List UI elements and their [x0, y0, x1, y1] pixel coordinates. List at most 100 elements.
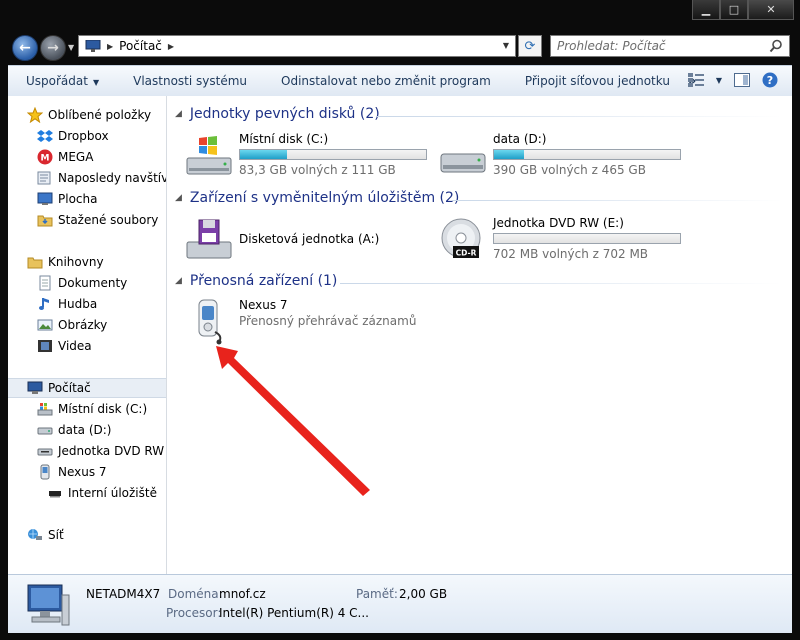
nav-dropbox[interactable]: Dropbox [37, 126, 166, 146]
recent-places-icon [37, 170, 53, 186]
device-nexus-7[interactable]: Nexus 7 Přenosný přehrávač záznamů [185, 298, 435, 345]
nav-videos[interactable]: Videa [37, 336, 166, 356]
drive-c[interactable]: Místní disk (C:) 83,3 GB volných z 111 G… [185, 132, 435, 178]
nav-dvd-drive[interactable]: Jednotka DVD RW (E [37, 441, 166, 461]
nav-desktop[interactable]: Plocha [37, 189, 166, 209]
nav-label: Obrázky [58, 318, 108, 332]
map-network-drive-button[interactable]: Připojit síťovou jednotku [507, 74, 686, 88]
collapse-icon[interactable]: ◢ [175, 276, 182, 286]
documents-icon [37, 275, 53, 291]
network-icon [27, 527, 43, 543]
memory-value: 2,00 GB [399, 587, 448, 601]
group-title: Zařízení s vyměnitelným úložištěm (2) [189, 190, 460, 206]
nav-data-disk[interactable]: data (D:) [37, 420, 166, 440]
device-type: Přenosný přehrávač záznamů [239, 314, 417, 328]
nav-pictures[interactable]: Obrázky [37, 315, 166, 335]
drive-d[interactable]: data (D:) 390 GB volných z 465 GB [439, 132, 689, 178]
star-icon [27, 107, 43, 123]
nav-label: Počítač [48, 381, 91, 395]
nav-recent-places[interactable]: Naposledy navštíver [37, 168, 166, 188]
uninstall-program-button[interactable]: Odinstalovat nebo změnit program [263, 74, 507, 88]
nav-label: Dropbox [58, 129, 109, 143]
nav-documents[interactable]: Dokumenty [37, 273, 166, 293]
chevron-down-icon: ▼ [92, 78, 100, 87]
recent-pages-dropdown[interactable]: ▼ [68, 43, 74, 52]
drive-usage-bar [239, 149, 427, 160]
group-hard-drives[interactable]: ◢ Jednotky pevných disků (2) [175, 106, 380, 122]
mega-icon: M [37, 149, 53, 165]
system-properties-button[interactable]: Vlastnosti systému [115, 74, 263, 88]
group-removable-storage[interactable]: ◢ Zařízení s vyměnitelným úložištěm (2) [175, 190, 459, 206]
details-pane: NETADM4X7 Doména: mnof.cz Paměť: 2,00 GB… [8, 574, 792, 633]
collapse-icon[interactable]: ◢ [175, 193, 182, 203]
breadcrumb-computer[interactable]: Počítač [119, 39, 162, 53]
libraries-icon [27, 254, 43, 270]
nav-label: Nexus 7 [58, 465, 107, 479]
change-view-icon[interactable] [687, 73, 704, 87]
close-button[interactable]: ✕ [748, 0, 794, 20]
downloads-folder-icon [37, 212, 53, 228]
drive-name: Disketová jednotka (A:) [239, 232, 380, 246]
nav-label: Místní disk (C:) [58, 402, 148, 416]
forward-button[interactable]: → [40, 35, 66, 61]
maximize-button[interactable]: □ [720, 0, 748, 20]
film-icon [37, 338, 53, 354]
breadcrumb-separator-icon: ▶ [107, 41, 114, 51]
svg-text:M: M [41, 154, 50, 164]
preview-pane-icon[interactable] [734, 73, 750, 87]
windows-drive-icon [186, 136, 232, 175]
nav-libraries[interactable]: Knihovny [27, 252, 166, 272]
computer-icon [27, 584, 70, 626]
nav-local-disk[interactable]: Místní disk (C:) [37, 399, 166, 419]
content-pane: ◢ Jednotky pevných disků (2) Místní disk… [167, 96, 792, 574]
client-area: Oblíbené položky Dropbox M MEGA Naposled… [8, 96, 792, 574]
group-divider [452, 200, 782, 201]
group-portable-devices[interactable]: ◢ Přenosná zařízení (1) [175, 273, 337, 289]
nav-internal-storage[interactable]: Interní úložiště [47, 483, 166, 503]
nav-mega[interactable]: M MEGA [37, 147, 166, 167]
nav-computer[interactable]: Počítač [8, 378, 166, 398]
address-bar[interactable]: ▶ Počítač ▶ ▼ [78, 35, 516, 57]
nav-label: Stažené soubory [58, 213, 159, 227]
desktop-icon [37, 191, 53, 207]
nav-favorites[interactable]: Oblíbené položky [27, 105, 166, 125]
computer-name: NETADM4X7 [86, 587, 161, 601]
address-dropdown-icon[interactable]: ▼ [503, 41, 509, 50]
help-icon[interactable]: ? [762, 72, 778, 88]
hard-drive-icon [440, 153, 486, 173]
computer-icon [85, 40, 101, 52]
nav-label: MEGA [58, 150, 94, 164]
nav-label: Jednotka DVD RW (E [58, 444, 166, 458]
drive-usage-bar [493, 149, 681, 160]
search-icon[interactable] [769, 39, 783, 53]
nav-label: Hudba [58, 297, 98, 311]
command-bar: Uspořádat ▼ Vlastnosti systému Odinstalov… [8, 65, 792, 97]
computer-icon [27, 380, 43, 396]
drive-floppy[interactable]: Disketová jednotka (A:) [185, 216, 435, 262]
nav-nexus-7[interactable]: Nexus 7 [37, 462, 166, 482]
breadcrumb-separator-icon[interactable]: ▶ [168, 42, 174, 51]
drive-free-space: 390 GB volných z 465 GB [493, 163, 646, 177]
nav-downloads[interactable]: Stažené soubory [37, 210, 166, 230]
view-options-chevron-icon[interactable]: ▼ [716, 76, 722, 85]
back-button[interactable]: ← [12, 35, 38, 61]
domain-value: mnof.cz [219, 587, 266, 601]
nav-label: Interní úložiště [68, 486, 157, 500]
windows-drive-icon [37, 401, 53, 417]
drive-free-space: 702 MB volných z 702 MB [493, 247, 649, 261]
organize-button[interactable]: Uspořádat ▼ [8, 74, 115, 88]
refresh-button[interactable]: ⟳ [518, 35, 542, 57]
domain-label: Doména: [168, 587, 223, 601]
minimize-button[interactable]: ▁ [692, 0, 720, 20]
nav-music[interactable]: Hudba [37, 294, 166, 314]
drive-dvd[interactable]: CD-R Jednotka DVD RW (E:) 702 MB volných… [439, 216, 689, 262]
search-input[interactable]: Prohledat: Počítač [550, 35, 790, 57]
memory-label: Paměť: [356, 587, 398, 601]
collapse-icon[interactable]: ◢ [175, 109, 182, 119]
drive-free-space: 83,3 GB volných z 111 GB [239, 163, 396, 177]
arrow-right-icon: → [47, 40, 59, 56]
nav-label: Videa [58, 339, 92, 353]
nav-network[interactable]: Síť [27, 525, 166, 545]
nav-label: Dokumenty [58, 276, 128, 290]
arrow-left-icon: ← [19, 40, 31, 56]
